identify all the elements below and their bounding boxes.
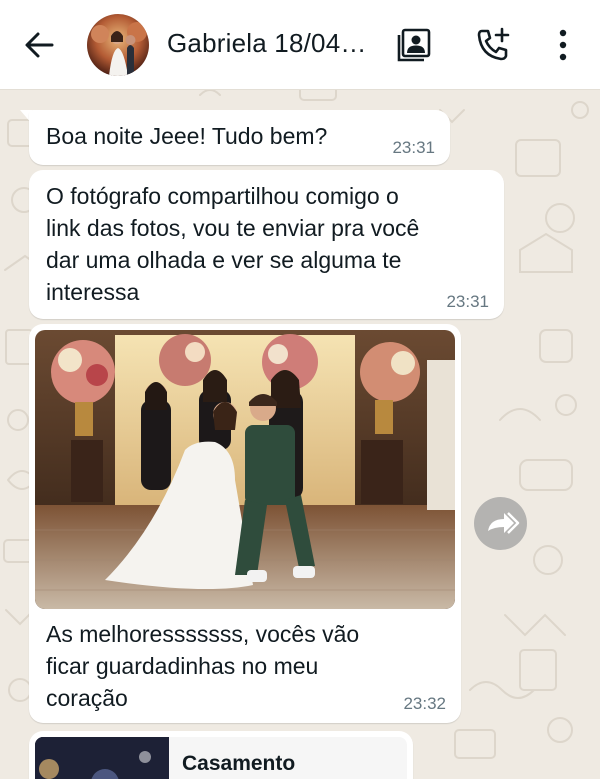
contact-name[interactable]: Gabriela 18/04…	[167, 28, 367, 59]
link-message-bubble[interactable]: Casamento	[29, 731, 413, 779]
chat-header: Gabriela 18/04…	[0, 0, 600, 90]
message-time: 23:32	[403, 694, 446, 713]
message-time: 23:31	[392, 138, 435, 157]
wedding-photo[interactable]	[35, 330, 455, 609]
link-preview-thumbnail[interactable]	[35, 737, 169, 779]
message-time: 23:31	[446, 292, 489, 311]
message-text: Boa noite Jeee! Tudo bem?	[46, 123, 328, 149]
avatar[interactable]	[87, 14, 149, 76]
message-text: O fotógrafo compartilhou comigo o link d…	[46, 183, 420, 305]
contact-card-icon[interactable]	[395, 26, 433, 64]
forward-icon[interactable]	[474, 497, 527, 550]
add-call-icon[interactable]	[474, 26, 512, 64]
photo-message-bubble[interactable]: As melhoresssssss, vocês vão ficar guard…	[29, 324, 461, 723]
message-text: As melhoresssssss, vocês vão ficar guard…	[46, 621, 360, 711]
message-bubble[interactable]: Boa noite Jeee! Tudo bem? 23:31	[29, 110, 450, 165]
message-bubble[interactable]: O fotógrafo compartilhou comigo o link d…	[29, 170, 504, 319]
chat-area[interactable]: Boa noite Jeee! Tudo bem? 23:31 O fotógr…	[0, 90, 600, 779]
back-arrow-icon[interactable]	[22, 28, 56, 62]
more-vert-icon[interactable]	[544, 26, 582, 64]
link-preview-title[interactable]: Casamento	[182, 752, 295, 776]
